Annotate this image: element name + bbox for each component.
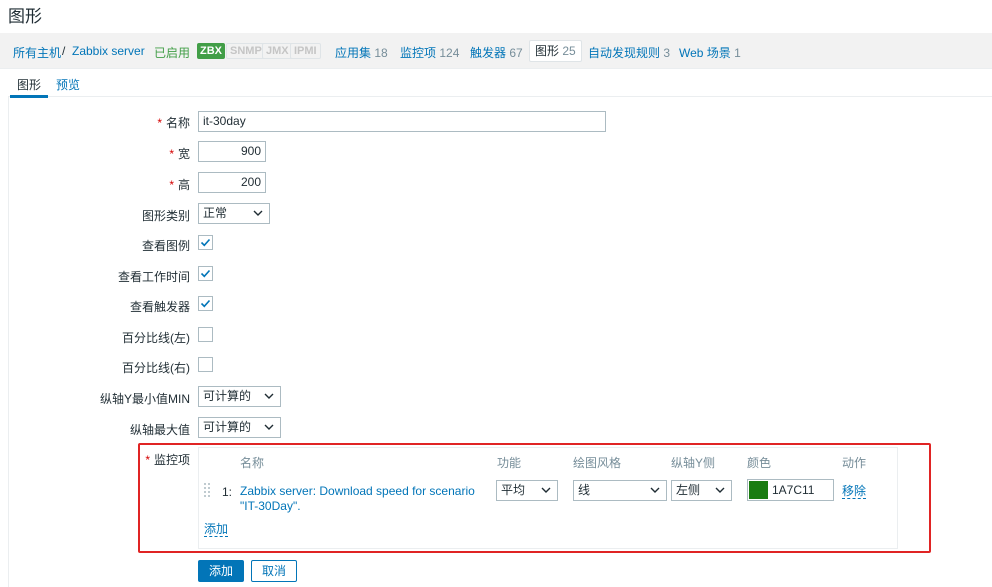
nav-applications[interactable]: 应用集 18 [335,44,388,61]
show-working-time-checkbox[interactable] [198,266,213,281]
cancel-button[interactable]: 取消 [251,560,298,582]
y-min-select[interactable]: 可计算的 [198,386,281,407]
nav-web-scenarios-label: Web 场景 [679,46,731,60]
width-input[interactable]: 900 [198,141,266,162]
show-legend-label: 查看图例 [141,239,190,253]
show-legend-checkbox[interactable] [198,235,213,250]
y-min-label: 纵轴Y最小值MIN [99,392,190,406]
availability-ipmi-badge: IPMI [290,43,321,59]
graph-type-select[interactable]: 正常 [198,203,270,224]
percentile-left-checkbox[interactable] [198,327,213,342]
nav-items-label: 监控项 [400,46,437,60]
nav-web-scenarios-count: 1 [734,46,741,60]
breadcrumb-all-hosts[interactable]: 所有主机 [13,44,61,61]
availability-zbx-badge: ZBX [197,43,225,59]
nav-discovery-rules[interactable]: 自动发现规则 3 [588,44,670,61]
graph-type-label: 图形类别 [141,209,190,223]
nav-items[interactable]: 监控项 124 [400,44,459,61]
breadcrumb-host[interactable]: Zabbix server [72,44,145,58]
nav-triggers-count: 67 [509,46,523,60]
tab-graph[interactable]: 图形 [9,76,49,98]
y-max-value: 可计算的 [203,420,252,434]
name-label-text: 名称 [165,116,190,130]
required-marker: * [157,116,162,130]
show-working-time-label: 查看工作时间 [117,270,190,284]
y-max-select[interactable]: 可计算的 [198,417,281,438]
required-marker: * [169,178,174,192]
height-label-text: 高 [177,178,190,192]
nav-graphs-label: 图形 [535,44,560,58]
nav-applications-label: 应用集 [335,46,372,60]
chevron-down-icon [264,393,274,399]
percentile-right-checkbox[interactable] [198,357,213,372]
nav-triggers-label: 触发器 [470,46,507,60]
checkmark-icon [200,299,211,308]
show-triggers-checkbox[interactable] [198,296,213,311]
percentile-left-label: 百分比线(左) [122,331,190,345]
checkmark-icon [200,269,211,278]
show-triggers-label: 查看触发器 [129,300,190,314]
nav-graphs[interactable]: 图形 25 [529,40,582,62]
required-marker: * [169,147,174,161]
tab-preview[interactable]: 预览 [56,76,80,93]
nav-items-count: 124 [439,46,460,60]
chevron-down-icon [253,210,263,216]
graph-type-value: 正常 [203,206,228,220]
nav-discovery-rules-label: 自动发现规则 [588,46,661,60]
chevron-down-icon [264,424,274,430]
width-label: * 宽 [169,145,190,162]
host-navigation-bar: 所有主机 / Zabbix server 已启用 ZBX SNMP JMX IP… [0,33,992,69]
breadcrumb-separator: / [62,44,66,58]
nav-discovery-rules-count: 3 [663,46,671,60]
height-input[interactable]: 200 [198,172,266,193]
page-title: 图形 [8,7,42,26]
availability-snmp-badge: SNMP [226,43,266,59]
form-tabs: 图形 预览 [8,70,992,98]
width-label-text: 宽 [177,147,190,161]
add-button[interactable]: 添加 [198,560,245,582]
highlight-box [138,443,931,553]
y-max-label: 纵轴最大值 [129,423,190,437]
nav-graphs-count: 25 [562,44,576,58]
percentile-right-label: 百分比线(右) [122,361,190,375]
name-input[interactable]: it-30day [198,111,606,132]
checkmark-icon [200,238,211,247]
nav-web-scenarios[interactable]: Web 场景 1 [679,44,741,61]
y-min-value: 可计算的 [203,389,252,403]
nav-triggers[interactable]: 触发器 67 [470,44,523,61]
height-label: * 高 [169,176,190,193]
host-status-enabled[interactable]: 已启用 [154,44,190,61]
nav-applications-count: 18 [374,46,388,60]
availability-jmx-badge: JMX [262,43,293,59]
name-label: * 名称 [157,114,190,131]
